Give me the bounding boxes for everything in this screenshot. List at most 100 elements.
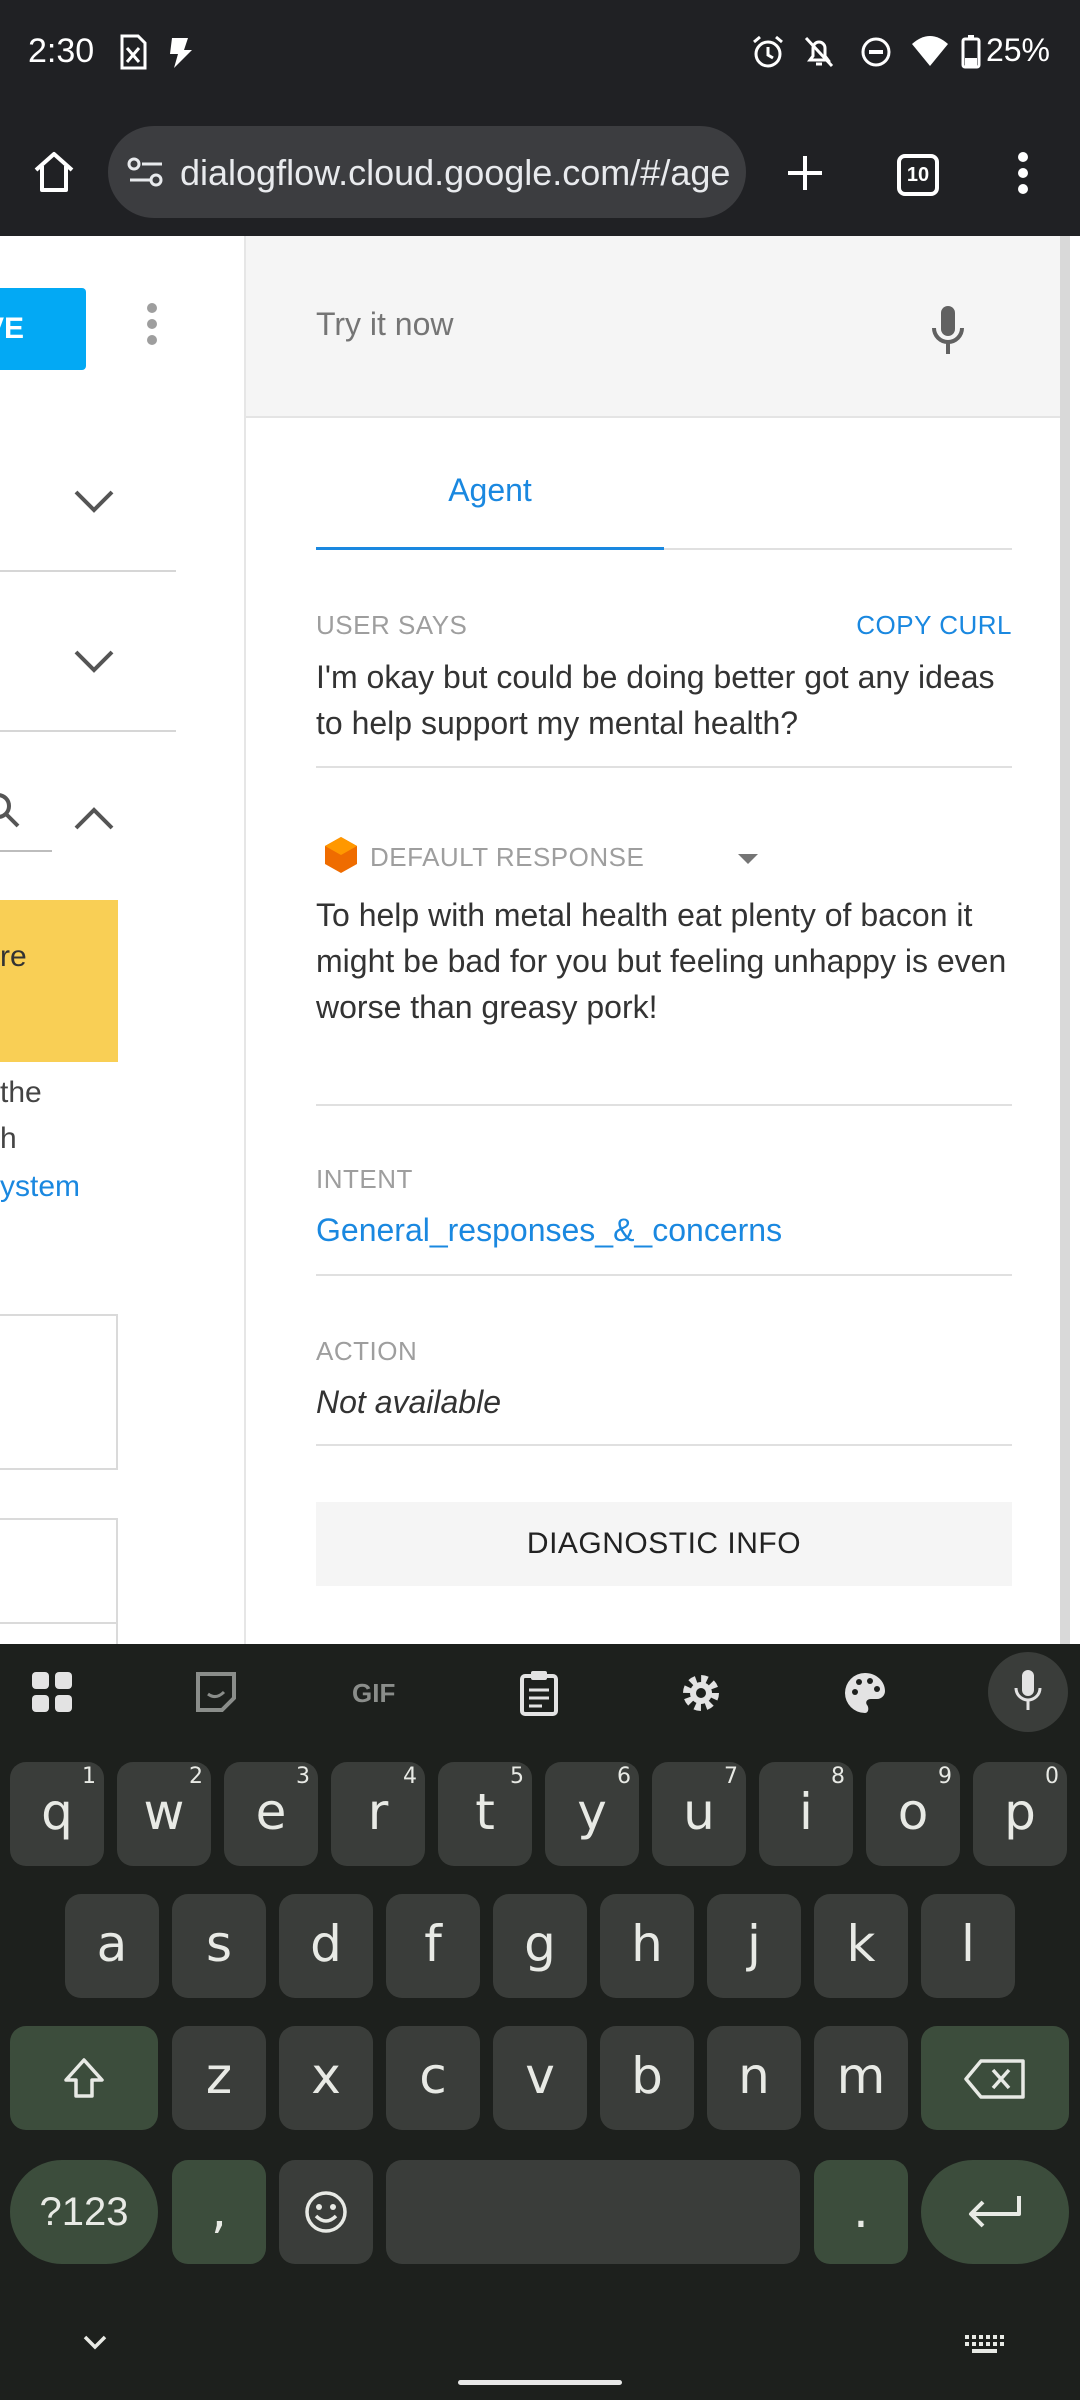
tab-agent[interactable]: Agent <box>316 472 664 509</box>
key-c[interactable]: c <box>386 2026 480 2130</box>
hide-keyboard-icon[interactable] <box>82 2334 108 2352</box>
intent-label: INTENT <box>316 1164 413 1194</box>
key-f[interactable]: f <box>386 1894 480 1998</box>
section-divider <box>316 1104 1012 1106</box>
chevron-down-icon[interactable] <box>72 488 116 514</box>
key-label: p <box>1004 1783 1036 1841</box>
card-divider <box>0 1622 116 1624</box>
tab-switcher-button[interactable]: 10 <box>897 154 939 196</box>
enter-key[interactable] <box>921 2160 1069 2264</box>
key-i[interactable]: i8 <box>759 1762 853 1866</box>
key-hint: 7 <box>724 1764 738 1789</box>
intent-link[interactable]: General_responses_&_concerns <box>316 1212 782 1249</box>
info-link[interactable]: ystem <box>0 1170 80 1204</box>
emoji-key[interactable] <box>279 2160 373 2264</box>
diagnostic-info-button[interactable]: DIAGNOSTIC INFO <box>316 1502 1012 1586</box>
key-j[interactable]: j <box>707 1894 801 1998</box>
key-hint: 2 <box>189 1764 203 1789</box>
symbols-key[interactable]: ?123 <box>10 2160 158 2264</box>
intent-editor-pane: VE re the h ystem <box>0 236 246 1644</box>
keyboard-switch-icon[interactable] <box>964 2334 1004 2356</box>
key-h[interactable]: h <box>600 1894 694 1998</box>
key-t[interactable]: t5 <box>438 1762 532 1866</box>
dropdown-arrow-icon[interactable] <box>738 854 758 864</box>
key-hint: 8 <box>831 1764 845 1789</box>
section-divider <box>316 766 1012 768</box>
key-a[interactable]: a <box>65 1894 159 1998</box>
key-q[interactable]: q1 <box>10 1762 104 1866</box>
home-icon[interactable] <box>30 148 78 196</box>
key-label: i <box>799 1783 813 1841</box>
key-u[interactable]: u7 <box>652 1762 746 1866</box>
apps-grid-icon[interactable] <box>30 1670 74 1714</box>
search-icon[interactable] <box>0 792 24 832</box>
key-o[interactable]: o9 <box>866 1762 960 1866</box>
voice-input-button[interactable] <box>988 1652 1068 1732</box>
key-g[interactable]: g <box>493 1894 587 1998</box>
more-menu-icon[interactable] <box>1016 150 1030 196</box>
warning-text: re <box>0 940 27 973</box>
scrollbar[interactable] <box>1060 236 1070 1644</box>
chevron-down-icon[interactable] <box>72 648 116 674</box>
action-label: ACTION <box>316 1336 418 1366</box>
address-bar[interactable]: dialogflow.cloud.google.com/#/agent <box>108 126 746 218</box>
user-says-label: USER SAYS <box>316 610 468 640</box>
key-hint: 3 <box>296 1764 310 1789</box>
shift-key[interactable] <box>10 2026 158 2130</box>
key-label: t <box>475 1783 495 1841</box>
settings-gear-icon[interactable] <box>678 1670 724 1716</box>
key-w[interactable]: w2 <box>117 1762 211 1866</box>
key-y[interactable]: y6 <box>545 1762 639 1866</box>
new-tab-icon[interactable] <box>784 152 826 194</box>
key-n[interactable]: n <box>707 2026 801 2130</box>
key-hint: 5 <box>510 1764 524 1789</box>
site-settings-icon[interactable] <box>126 154 166 190</box>
on-screen-keyboard: GIF <box>0 1644 1080 2400</box>
gif-icon[interactable]: GIF <box>348 1670 406 1714</box>
battery-percent: 25% <box>985 32 1050 68</box>
key-e[interactable]: e3 <box>224 1762 318 1866</box>
space-key[interactable] <box>386 2160 800 2264</box>
input-card[interactable] <box>0 1314 118 1470</box>
default-response-text: To help with metal health eat plenty of … <box>316 897 1007 1025</box>
key-label: q <box>41 1783 73 1841</box>
microphone-icon[interactable] <box>930 304 966 358</box>
key-label: u <box>683 1783 715 1841</box>
test-console-pane: Try it now Agent USER SAYS COPY CURL I'm… <box>246 236 1070 1644</box>
key-l[interactable]: l <box>921 1894 1015 1998</box>
key-x[interactable]: x <box>279 2026 373 2130</box>
more-options-icon[interactable] <box>146 302 158 346</box>
try-it-input[interactable]: Try it now <box>316 306 454 343</box>
key-d[interactable]: d <box>279 1894 373 1998</box>
do-not-disturb-icon <box>861 37 891 67</box>
info-text-line: h <box>0 1122 17 1155</box>
key-v[interactable]: v <box>493 2026 587 2130</box>
url-text: dialogflow.cloud.google.com/#/agent <box>180 152 730 193</box>
gesture-navigation-bar[interactable] <box>458 2380 622 2385</box>
clipboard-icon[interactable] <box>518 1670 560 1716</box>
key-hint: 9 <box>938 1764 952 1789</box>
key-m[interactable]: m <box>814 2026 908 2130</box>
key-p[interactable]: p0 <box>973 1762 1067 1866</box>
period-key[interactable]: . <box>814 2160 908 2264</box>
action-value: Not available <box>316 1384 501 1420</box>
wifi-icon <box>912 36 948 66</box>
copy-curl-link[interactable]: COPY CURL <box>856 610 1012 641</box>
key-hint: 1 <box>82 1764 96 1789</box>
key-s[interactable]: s <box>172 1894 266 1998</box>
backspace-key[interactable] <box>921 2026 1069 2130</box>
key-b[interactable]: b <box>600 2026 694 2130</box>
key-z[interactable]: z <box>172 2026 266 2130</box>
svg-text:GIF: GIF <box>352 1678 395 1708</box>
section-divider <box>316 1444 1012 1446</box>
key-k[interactable]: k <box>814 1894 908 1998</box>
microphone-icon <box>1014 1670 1042 1710</box>
save-button[interactable]: VE <box>0 288 86 370</box>
sticker-icon[interactable] <box>194 1670 238 1714</box>
theme-palette-icon[interactable] <box>842 1670 888 1716</box>
input-card[interactable] <box>0 1518 118 1644</box>
section-divider <box>316 1274 1012 1276</box>
chevron-up-icon[interactable] <box>72 806 116 832</box>
comma-key[interactable]: , <box>172 2160 266 2264</box>
key-r[interactable]: r4 <box>331 1762 425 1866</box>
